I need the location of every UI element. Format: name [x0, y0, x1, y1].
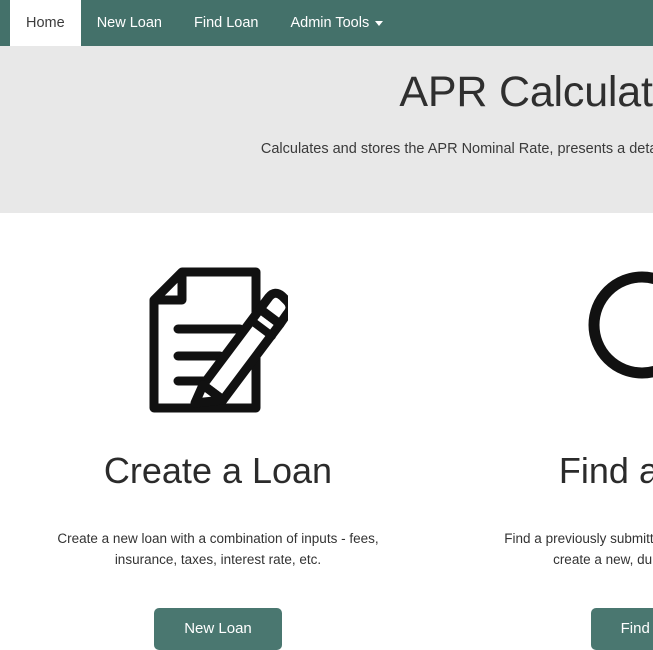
nav-item-find-loan-label: Find Loan	[193, 14, 259, 31]
nav-item-home-label: Home	[26, 14, 65, 31]
card-find-a-loan-title: Find a Loan	[558, 450, 653, 491]
page-root: Home New Loan Find Loan Admin Tools APR …	[0, 0, 653, 650]
nav-item-new-loan[interactable]: New Loan	[81, 0, 178, 46]
browser-viewport: Home New Loan Find Loan Admin Tools APR …	[0, 0, 653, 650]
new-loan-button[interactable]: New Loan	[154, 608, 282, 650]
document-pencil-icon	[28, 265, 408, 415]
chevron-down-icon	[375, 20, 384, 26]
page-subtitle: Calculates and stores the APR Nominal Ra…	[260, 141, 653, 158]
card-create-a-loan: Create a Loan Create a new loan with a c…	[0, 265, 436, 650]
nav-item-home[interactable]: Home	[10, 0, 81, 46]
nav-item-admin-tools[interactable]: Admin Tools	[274, 0, 399, 46]
card-find-a-loan: Find a Loan Find a previously submitted …	[436, 265, 653, 650]
main-navigation-bar: Home New Loan Find Loan Admin Tools	[0, 0, 653, 46]
card-create-a-loan-description: Create a new loan with a combination of …	[57, 530, 379, 567]
magnifier-icon	[464, 265, 653, 415]
page-header-banner: APR Calculator Calculates and stores the…	[0, 46, 653, 213]
card-create-a-loan-action-wrap: New Loan	[28, 608, 408, 650]
card-find-a-loan-action-wrap: Find Loan	[464, 608, 653, 650]
nav-item-new-loan-label: New Loan	[96, 14, 162, 31]
find-loan-button[interactable]: Find Loan	[590, 608, 653, 650]
page-title: APR Calculator	[399, 68, 653, 116]
card-find-a-loan-description: Find a previously submitted loan to revi…	[504, 530, 653, 567]
card-create-a-loan-title: Create a Loan	[103, 450, 333, 491]
nav-item-find-loan[interactable]: Find Loan	[178, 0, 275, 46]
feature-cards-row: Create a Loan Create a new loan with a c…	[0, 213, 653, 650]
nav-item-admin-tools-label: Admin Tools	[290, 14, 370, 31]
